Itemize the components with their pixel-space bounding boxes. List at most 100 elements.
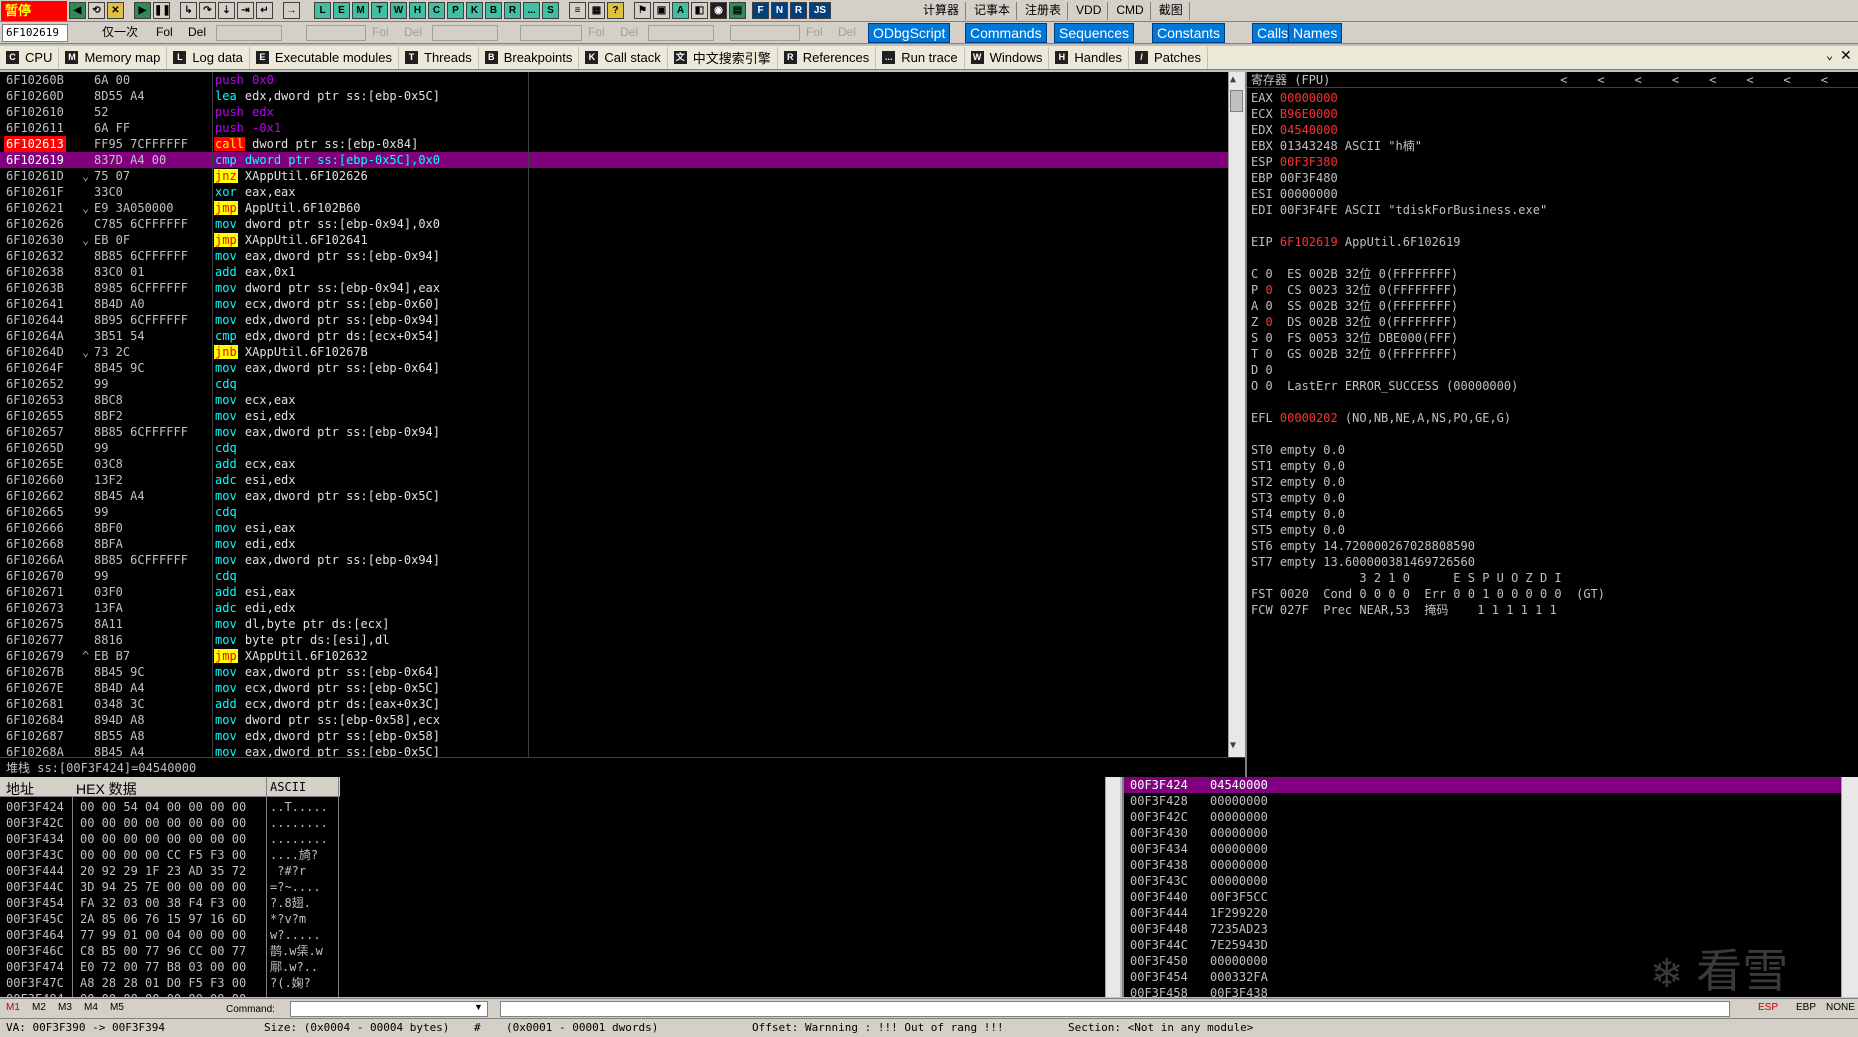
step-over-icon[interactable]: ↷ bbox=[199, 2, 216, 19]
close-icon[interactable]: ✕ bbox=[1840, 47, 1852, 64]
tab-threads[interactable]: T Threads bbox=[399, 46, 479, 69]
register-line[interactable]: ST2 empty 0.0 bbox=[1251, 474, 1345, 490]
register-line[interactable]: ST5 empty 0.0 bbox=[1251, 522, 1345, 538]
disasm-row[interactable]: 6F102668 8BFA mov edi,edx bbox=[0, 536, 1228, 552]
run-icon[interactable]: ▶ bbox=[134, 2, 151, 19]
register-line[interactable]: S 0 FS 0053 32位 DBE000(FFF) bbox=[1251, 330, 1458, 346]
register-line[interactable]: C 0 ES 002B 32位 0(FFFFFFFF) bbox=[1251, 266, 1458, 282]
register-line[interactable]: ESP 00F3F380 bbox=[1251, 154, 1338, 170]
follow-button-2[interactable]: Fol bbox=[368, 24, 393, 42]
scrollbar-thumb[interactable] bbox=[1230, 90, 1243, 112]
disasm-row[interactable]: 6F102621 ⌄ E9 3A050000 jmp AppUtil.6F102B60 bbox=[0, 200, 1228, 216]
col-hex[interactable]: HEX 数据 bbox=[76, 779, 137, 799]
plugin-names-button[interactable]: Names bbox=[1288, 23, 1343, 43]
disasm-row[interactable]: 6F102670 99 cdq bbox=[0, 568, 1228, 584]
register-line[interactable]: ST4 empty 0.0 bbox=[1251, 506, 1345, 522]
stack-row[interactable]: 00F3F444 1F299220 bbox=[1124, 905, 1842, 921]
window-m-button[interactable]: M bbox=[352, 2, 369, 19]
disassembly-scrollbar[interactable] bbox=[1228, 72, 1245, 757]
register-line[interactable]: FST 0020 Cond 0 0 0 0 Err 0 0 1 0 0 0 0 … bbox=[1251, 586, 1605, 602]
disasm-row[interactable]: 6F102681 0348 3C add ecx,dword ptr ds:[eax… bbox=[0, 696, 1228, 712]
window-b-button[interactable]: B bbox=[485, 2, 502, 19]
mark-m4[interactable]: M4 bbox=[84, 1002, 98, 1013]
disasm-row[interactable]: 6F102613 FF95 7CFFFFFF call dword ptr ss:[… bbox=[0, 136, 1228, 152]
disasm-row[interactable]: 6F102673 13FA adc edi,edx bbox=[0, 600, 1228, 616]
dump-row[interactable]: 00F3F46C C8 B5 00 77 96 CC 00 77 鹊.w栠.w bbox=[0, 943, 340, 959]
grid-icon[interactable]: ▦ bbox=[588, 2, 605, 19]
mark-m1[interactable]: M1 bbox=[6, 1002, 20, 1013]
mark-m5[interactable]: M5 bbox=[110, 1002, 124, 1013]
register-line[interactable]: Z 0 DS 002B 32位 0(FFFFFFFF) bbox=[1251, 314, 1458, 330]
execute-till-return-icon[interactable]: ↵ bbox=[256, 2, 273, 19]
stack-row[interactable]: 00F3F428 00000000 bbox=[1124, 793, 1842, 809]
tab-cpu[interactable]: C CPU bbox=[0, 46, 60, 69]
disasm-row[interactable]: 6F10268A 8B45 A4 mov eax,dword ptr ss:[ebp… bbox=[0, 744, 1228, 757]
register-line[interactable]: D 0 bbox=[1251, 362, 1273, 378]
dump-row[interactable]: 00F3F444 20 92 29 1F 23 AD 35 72 ?#?r bbox=[0, 863, 340, 879]
plugin-sequences-button[interactable]: Sequences bbox=[1054, 23, 1135, 43]
tool-button[interactable]: 截图 bbox=[1153, 1, 1190, 20]
plugin4-icon[interactable]: ◧ bbox=[691, 2, 708, 19]
address-field[interactable]: 6F102619 bbox=[2, 24, 68, 42]
register-line[interactable]: T 0 GS 002B 32位 0(FFFFFFFF) bbox=[1251, 346, 1458, 362]
window-r-button[interactable]: R bbox=[504, 2, 521, 19]
disasm-row[interactable]: 6F10265E 03C8 add ecx,eax bbox=[0, 456, 1228, 472]
disasm-row[interactable]: 6F10265D 99 cdq bbox=[0, 440, 1228, 456]
goto-icon[interactable]: → bbox=[283, 2, 300, 19]
register-line[interactable]: ST6 empty 14.720000267028808590 bbox=[1251, 538, 1475, 554]
disasm-row[interactable]: 6F102610 52 push edx bbox=[0, 104, 1228, 120]
window-l-button[interactable]: L bbox=[314, 2, 331, 19]
disasm-row[interactable]: 6F102665 99 cdq bbox=[0, 504, 1228, 520]
mark-m3[interactable]: M3 bbox=[58, 1002, 72, 1013]
stack-row[interactable]: 00F3F430 00000000 bbox=[1124, 825, 1842, 841]
col-addr[interactable]: 地址 bbox=[6, 779, 34, 799]
scroll-up-icon[interactable]: ▲ bbox=[1230, 74, 1236, 85]
disasm-row[interactable]: 6F102687 8B55 A8 mov edx,dword ptr ss:[ebp… bbox=[0, 728, 1228, 744]
register-line[interactable]: ESI 00000000 bbox=[1251, 186, 1338, 202]
stack-row[interactable]: 00F3F424 04540000 bbox=[1124, 777, 1842, 793]
disasm-row[interactable]: 6F10260B 6A 00 push 0x0 bbox=[0, 72, 1228, 88]
dump-row[interactable]: 00F3F484 00 00 00 00 00 00 00 00........ bbox=[0, 991, 340, 997]
disasm-row[interactable]: 6F10267E 8B4D A4 mov ecx,dword ptr ss:[ebp… bbox=[0, 680, 1228, 696]
plugin2-icon[interactable]: ▣ bbox=[653, 2, 670, 19]
plugin-js-button[interactable]: JS bbox=[809, 2, 831, 19]
tab-patches[interactable]: / Patches bbox=[1129, 46, 1209, 69]
plugin5-icon[interactable]: ◉ bbox=[710, 2, 727, 19]
help-icon[interactable]: ? bbox=[607, 2, 624, 19]
tab-handles[interactable]: H Handles bbox=[1049, 46, 1130, 69]
delete-button-2[interactable]: Del bbox=[400, 24, 426, 42]
disasm-row[interactable]: 6F102638 83C0 01 add eax,0x1 bbox=[0, 264, 1228, 280]
register-line[interactable]: ST3 empty 0.0 bbox=[1251, 490, 1345, 506]
disasm-row[interactable]: 6F102644 8B95 6CFFFFFF mov edx,dword ptr s… bbox=[0, 312, 1228, 328]
register-line[interactable]: EIP 6F102619 AppUtil.6F102619 bbox=[1251, 234, 1461, 250]
disasm-row[interactable]: 6F102662 8B45 A4 mov eax,dword ptr ss:[ebp… bbox=[0, 488, 1228, 504]
window-p-button[interactable]: P bbox=[447, 2, 464, 19]
disasm-row[interactable]: 6F10267B 8B45 9C mov eax,dword ptr ss:[ebp… bbox=[0, 664, 1228, 680]
plugin6-icon[interactable]: ▤ bbox=[729, 2, 746, 19]
col-ascii[interactable]: ASCII bbox=[270, 780, 306, 794]
plugin-n-button[interactable]: N bbox=[771, 2, 788, 19]
disasm-row[interactable]: 6F10261F 33C0 xor eax,eax bbox=[0, 184, 1228, 200]
restart-icon[interactable]: ⟲ bbox=[88, 2, 105, 19]
addr-field-7[interactable] bbox=[730, 25, 800, 41]
disasm-row[interactable]: 6F102675 8A11 mov dl,byte ptr ds:[ecx] bbox=[0, 616, 1228, 632]
ebp-toggle[interactable]: EBP bbox=[1796, 1002, 1816, 1013]
register-line[interactable]: EDX 04540000 bbox=[1251, 122, 1338, 138]
register-line[interactable]: FCW 027F Prec NEAR,53 掩码 1 1 1 1 1 1 bbox=[1251, 602, 1557, 618]
plugin-f-button[interactable]: F bbox=[752, 2, 769, 19]
open-icon[interactable]: ◀ bbox=[69, 2, 86, 19]
close-icon[interactable]: ✕ bbox=[107, 2, 124, 19]
disasm-row[interactable]: 6F10266A 8B85 6CFFFFFF mov eax,dword ptr s… bbox=[0, 552, 1228, 568]
window-s-button[interactable]: S bbox=[542, 2, 559, 19]
disasm-row[interactable]: 6F10264F 8B45 9C mov eax,dword ptr ss:[ebp… bbox=[0, 360, 1228, 376]
register-line[interactable]: O 0 LastErr ERROR_SUCCESS (00000000) bbox=[1251, 378, 1518, 394]
command-input[interactable] bbox=[290, 1001, 488, 1017]
plugin-constants-button[interactable]: Constants bbox=[1152, 23, 1226, 43]
register-line[interactable]: P 0 CS 0023 32位 0(FFFFFFFF) bbox=[1251, 282, 1458, 298]
tool-button[interactable]: VDD bbox=[1070, 1, 1109, 20]
register-line[interactable]: A 0 SS 002B 32位 0(FFFFFFFF) bbox=[1251, 298, 1458, 314]
dump-row[interactable]: 00F3F44C 3D 94 25 7E 00 00 00 00 =?~.... bbox=[0, 879, 340, 895]
disasm-row[interactable]: 6F102677 8816 mov byte ptr ds:[esi],dl bbox=[0, 632, 1228, 648]
plugin-r-button[interactable]: R bbox=[790, 2, 807, 19]
tool-button[interactable]: CMD bbox=[1110, 1, 1151, 20]
